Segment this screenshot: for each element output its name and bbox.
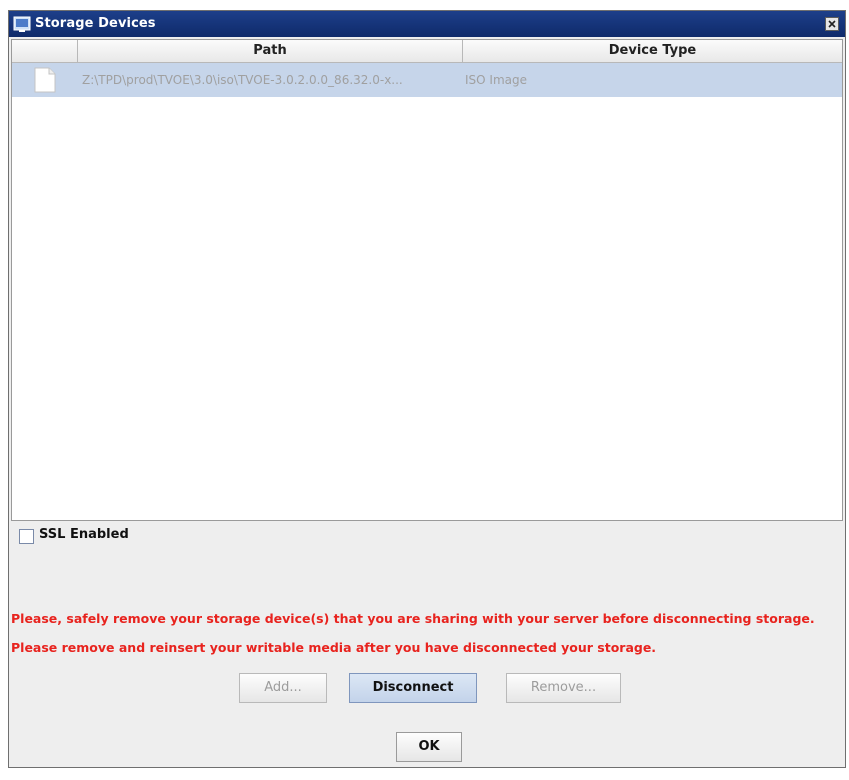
disconnect-button[interactable]: Disconnect: [349, 673, 477, 703]
ssl-enabled-checkbox[interactable]: [19, 529, 34, 544]
file-icon: [34, 67, 56, 93]
row-path-cell: Z:\TPD\prod\TVOE\3.0\iso\TVOE-3.0.2.0.0_…: [82, 73, 403, 87]
ok-button[interactable]: OK: [396, 732, 462, 762]
column-header-icon[interactable]: [12, 40, 78, 62]
remove-button[interactable]: Remove...: [506, 673, 621, 703]
ssl-enabled-label[interactable]: SSL Enabled: [39, 527, 129, 542]
column-header-device-type[interactable]: Device Type: [463, 40, 842, 62]
table-header: Path Device Type: [12, 40, 842, 63]
warning-message-reinsert-media: Please remove and reinsert your writable…: [11, 640, 657, 655]
warning-message-safely-remove: Please, safely remove your storage devic…: [11, 611, 815, 626]
column-header-path[interactable]: Path: [78, 40, 463, 62]
close-icon[interactable]: [825, 17, 839, 31]
row-device-type-cell: ISO Image: [465, 73, 527, 87]
storage-devices-dialog: Storage Devices Path Device Type Z:\TPD\…: [8, 10, 846, 768]
app-icon: [13, 15, 31, 33]
storage-devices-table[interactable]: Path Device Type Z:\TPD\prod\TVOE\3.0\is…: [11, 39, 843, 521]
table-row[interactable]: Z:\TPD\prod\TVOE\3.0\iso\TVOE-3.0.2.0.0_…: [12, 63, 842, 97]
window-title: Storage Devices: [35, 16, 156, 31]
add-button[interactable]: Add...: [239, 673, 327, 703]
title-bar[interactable]: Storage Devices: [9, 11, 845, 37]
